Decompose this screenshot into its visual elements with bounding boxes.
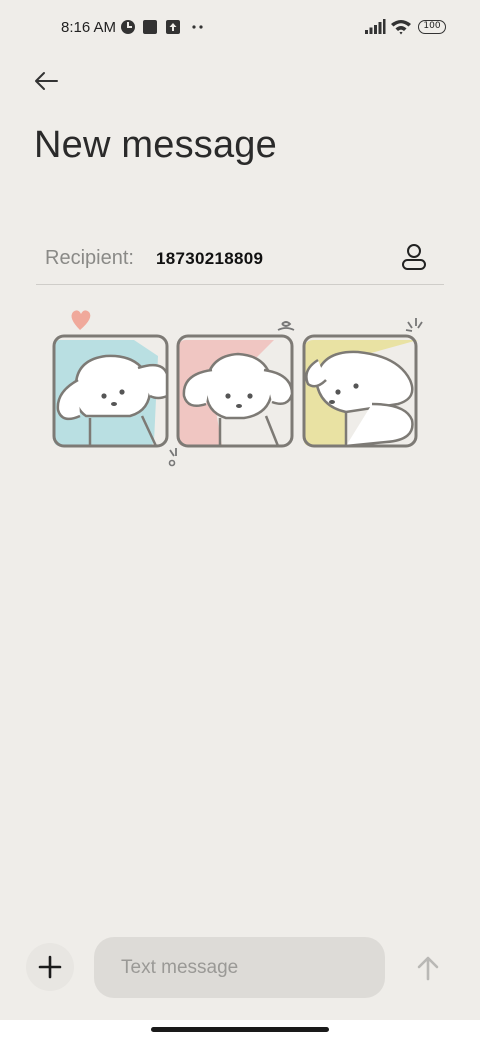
recipient-label: Recipient: [45, 247, 134, 269]
three-puppies-sticker [52, 310, 423, 467]
back-arrow-icon [35, 72, 58, 90]
send-arrow-icon [417, 956, 439, 981]
recipient-value[interactable]: 18730218809 [156, 249, 263, 269]
wifi-icon [391, 20, 411, 35]
contact-picker-button[interactable] [400, 242, 428, 272]
signal-icon [365, 19, 386, 34]
contact-person-icon [402, 244, 426, 270]
recipient-row[interactable]: Recipient: 18730218809 [36, 232, 444, 285]
app-notification-icon [121, 20, 135, 34]
message-composer [0, 930, 480, 1010]
page-title: New message [34, 124, 277, 166]
battery-icon: 100 [418, 20, 446, 34]
more-dots-icon [192, 25, 203, 29]
home-indicator[interactable] [151, 1027, 329, 1032]
plus-icon [38, 955, 62, 979]
navigation-bar [0, 1020, 480, 1040]
attach-button[interactable] [26, 943, 74, 991]
status-time: 8:16 AM [61, 19, 117, 36]
status-bar: 8:16 AM 100 [0, 0, 480, 56]
upload-notification-icon [166, 20, 180, 34]
message-input[interactable] [94, 937, 385, 998]
square-notification-icon [143, 20, 157, 34]
send-button[interactable] [410, 950, 446, 986]
back-button[interactable] [28, 64, 64, 98]
puppy-sticker [46, 300, 436, 472]
